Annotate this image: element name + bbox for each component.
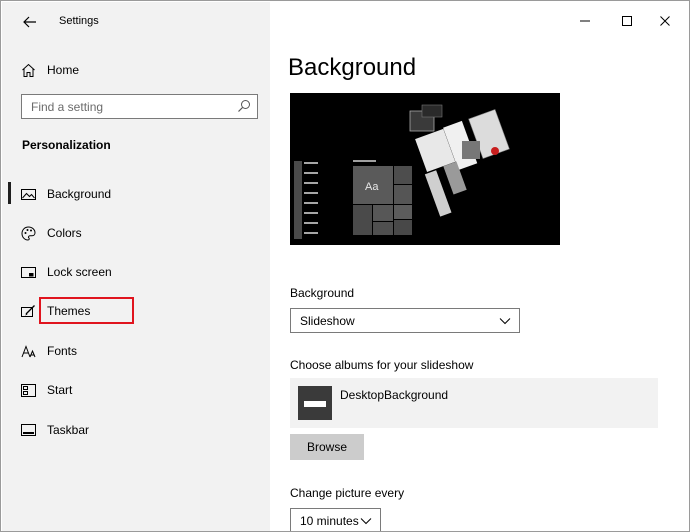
album-item[interactable]: DesktopBackground <box>290 378 658 428</box>
lock-screen-icon <box>20 264 36 280</box>
search-icon[interactable] <box>237 99 251 113</box>
search-input[interactable] <box>22 95 232 118</box>
sidebar-item-start[interactable]: Start <box>2 372 270 408</box>
interval-dropdown-value: 10 minutes <box>300 514 359 528</box>
background-label: Background <box>290 286 355 300</box>
home-icon <box>20 62 36 78</box>
sidebar-item-label: Themes <box>47 304 91 318</box>
background-dropdown[interactable]: Slideshow <box>290 308 520 333</box>
sidebar-item-label: Taskbar <box>47 423 90 437</box>
browse-button[interactable]: Browse <box>290 434 364 460</box>
sidebar-item-taskbar[interactable]: Taskbar <box>2 412 270 448</box>
albums-label: Choose albums for your slideshow <box>290 358 474 372</box>
nav-home-label: Home <box>47 63 80 77</box>
search-box[interactable] <box>21 94 258 119</box>
background-dropdown-value: Slideshow <box>300 314 355 328</box>
fonts-icon <box>20 343 36 359</box>
sidebar-item-lock-screen[interactable]: Lock screen <box>2 254 270 290</box>
maximize-icon[interactable] <box>612 10 642 32</box>
taskbar-icon <box>20 422 36 438</box>
sidebar-item-colors[interactable]: Colors <box>2 215 270 251</box>
sidebar-item-background[interactable]: Background <box>2 176 270 212</box>
album-name: DesktopBackground <box>340 388 449 402</box>
settings-window: Settings Home Personalization Background <box>0 0 690 532</box>
preview-sample-text: Aa <box>365 181 379 193</box>
picture-icon <box>20 186 36 202</box>
close-icon[interactable] <box>650 10 680 32</box>
sidebar-item-themes[interactable]: Themes <box>2 293 270 329</box>
section-heading: Personalization <box>22 138 111 152</box>
back-arrow-icon[interactable] <box>18 10 42 34</box>
palette-icon <box>20 225 36 241</box>
folder-thumbnail-icon <box>298 386 332 420</box>
themes-icon <box>20 303 36 319</box>
background-preview: Aa <box>290 93 560 245</box>
interval-dropdown[interactable]: 10 minutes <box>290 508 381 531</box>
sidebar-item-label: Lock screen <box>47 265 112 279</box>
selected-indicator <box>8 182 11 204</box>
sidebar-item-label: Background <box>47 187 112 201</box>
sidebar: Settings Home Personalization Background <box>2 2 270 531</box>
page-title: Background <box>288 54 417 81</box>
sidebar-item-fonts[interactable]: Fonts <box>2 333 270 369</box>
sidebar-item-label: Fonts <box>47 344 78 358</box>
interval-label: Change picture every <box>290 486 405 500</box>
chevron-down-icon <box>360 518 372 525</box>
chevron-down-icon <box>499 318 511 325</box>
start-icon <box>20 382 36 398</box>
minimize-icon[interactable] <box>570 10 600 32</box>
sidebar-item-label: Colors <box>47 226 82 240</box>
window-title: Settings <box>59 15 99 27</box>
main-pane: Background Aa Background Slideshow Choos… <box>270 2 689 531</box>
sidebar-item-label: Start <box>47 383 73 397</box>
folder-thumbnail-bar <box>304 401 326 407</box>
nav-home[interactable]: Home <box>2 54 270 86</box>
preview-graphic <box>290 93 560 245</box>
